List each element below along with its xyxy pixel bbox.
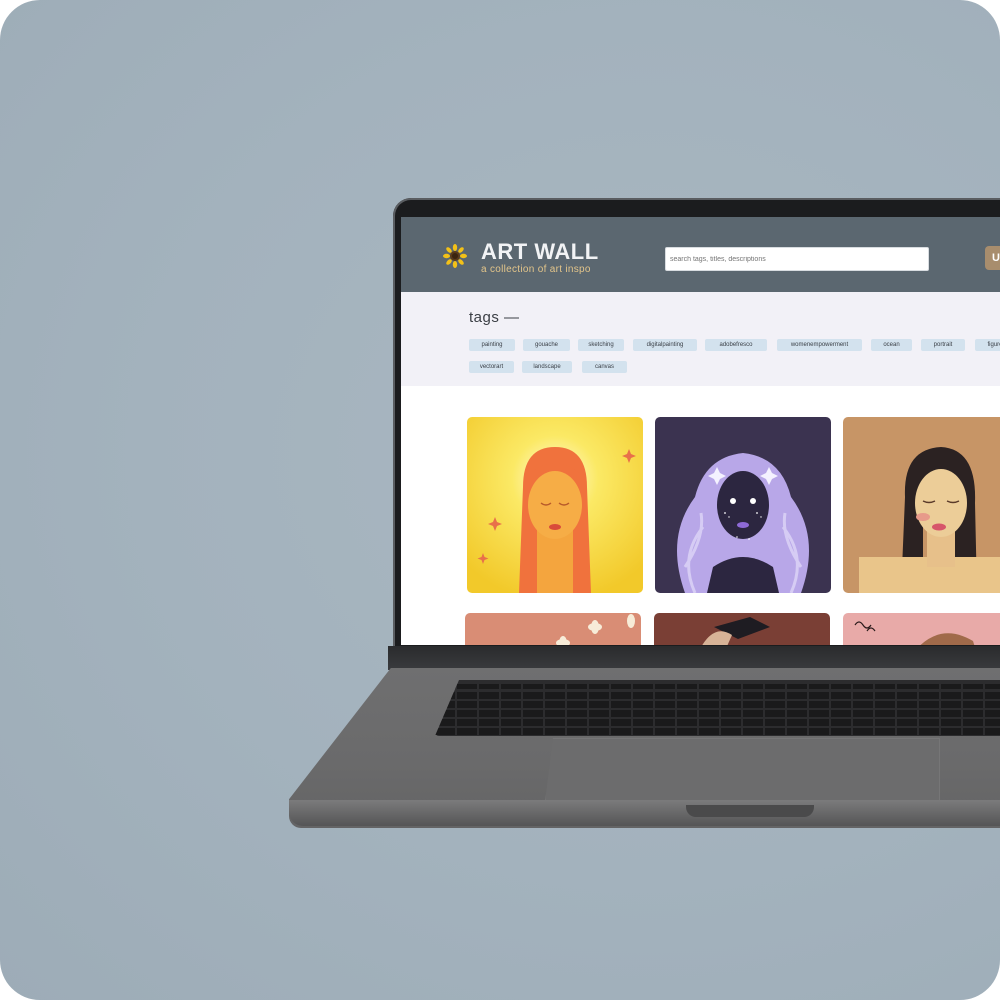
tags-heading: tags — xyxy=(469,309,520,326)
galaxy-portrait-artwork[interactable] xyxy=(655,417,831,593)
search-input[interactable] xyxy=(665,247,929,271)
sun-portrait-artwork[interactable] xyxy=(467,417,643,593)
flowers-artwork[interactable] xyxy=(465,613,641,645)
laptop-hinge xyxy=(388,646,1000,670)
keyboard-row xyxy=(435,692,1000,699)
tag-chip[interactable]: adobefresco xyxy=(705,339,767,351)
tag-chip[interactable]: ocean xyxy=(871,339,912,351)
tag-chip[interactable]: digitalpainting xyxy=(633,339,697,351)
tag-chip[interactable]: gouache xyxy=(523,339,570,351)
laptop-opening-notch xyxy=(686,805,814,817)
trackpad xyxy=(545,738,940,802)
sunflower-logo-icon[interactable] xyxy=(443,244,467,268)
graduate-artwork[interactable] xyxy=(654,613,830,645)
site-title[interactable]: ART WALL xyxy=(481,239,599,265)
laptop-screen: ART WALL a collection of art inspo U tag… xyxy=(401,217,1000,645)
product-mockup-backdrop: ART WALL a collection of art inspo U tag… xyxy=(0,0,1000,1000)
pink-portrait-artwork[interactable] xyxy=(843,613,1000,645)
keyboard-row xyxy=(435,701,1000,708)
keyboard-row xyxy=(435,719,1000,726)
tag-chip[interactable]: painting xyxy=(469,339,515,351)
keyboard-row xyxy=(435,710,1000,717)
laptop-base-edge xyxy=(289,800,1000,826)
tag-chip[interactable]: sketching xyxy=(578,339,624,351)
keyboard-row xyxy=(435,728,1000,735)
tag-chip[interactable]: vectorart xyxy=(469,361,514,373)
tag-chip[interactable]: portrait xyxy=(921,339,965,351)
site-header: ART WALL a collection of art inspo U xyxy=(401,217,1000,292)
tag-chip[interactable]: womenempowerment xyxy=(777,339,862,351)
tag-chip[interactable]: landscape xyxy=(522,361,572,373)
upload-button[interactable]: U xyxy=(985,246,1000,270)
keyboard xyxy=(435,680,1000,736)
tag-chip[interactable]: figure xyxy=(975,339,1000,351)
closed-eyes-portrait-artwork[interactable] xyxy=(843,417,1000,593)
keyboard-row xyxy=(435,684,1000,689)
tag-chip[interactable]: canvas xyxy=(582,361,627,373)
tags-section: tags — painting gouache sketching digita… xyxy=(401,292,1000,386)
site-subtitle: a collection of art inspo xyxy=(481,264,591,275)
